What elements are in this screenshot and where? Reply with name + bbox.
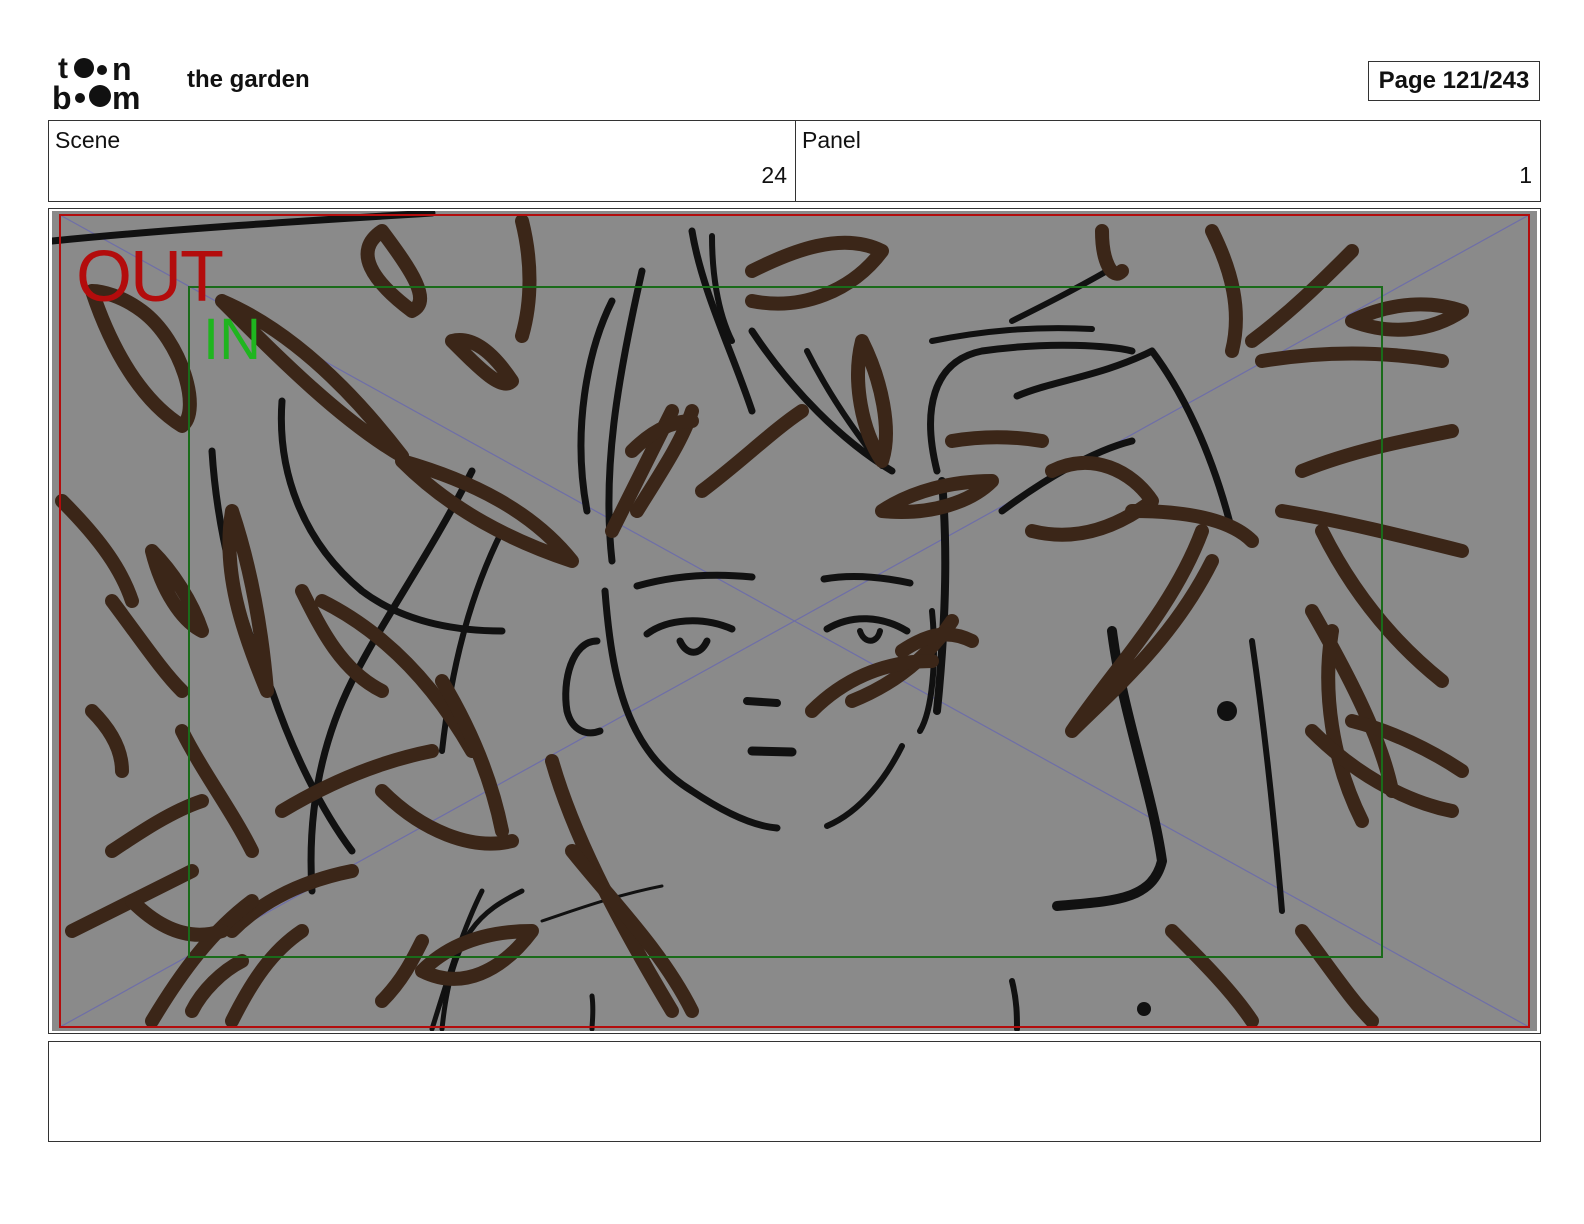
panel-cell: Panel 1 [796,121,1540,201]
svg-text:b: b [52,80,72,112]
toon-boom-logo: t n b m [52,51,162,116]
ink-dot [1217,701,1237,721]
scene-cell: Scene 24 [49,121,796,201]
page-counter: Page 121/243 [1368,61,1540,101]
panel-label: Panel [802,127,861,153]
document-title: the garden [187,66,310,93]
scene-panel-info: Scene 24 Panel 1 [48,120,1541,202]
sketch-canvas [52,211,1530,1031]
scene-label: Scene [55,127,121,153]
storyboard-panel-drawing: OUT IN [52,211,1537,1031]
scene-number: 24 [761,162,787,188]
ink-dot [1137,1002,1151,1016]
panel-number: 1 [1519,162,1532,188]
panel-notes-box [48,1041,1541,1142]
panel-image-frame: OUT IN [48,208,1541,1034]
in-frame-label: IN [203,307,261,372]
toon-boom-logo-mark: t n b m [52,51,140,116]
svg-text:m: m [112,80,140,112]
out-frame-label: OUT [76,237,224,317]
